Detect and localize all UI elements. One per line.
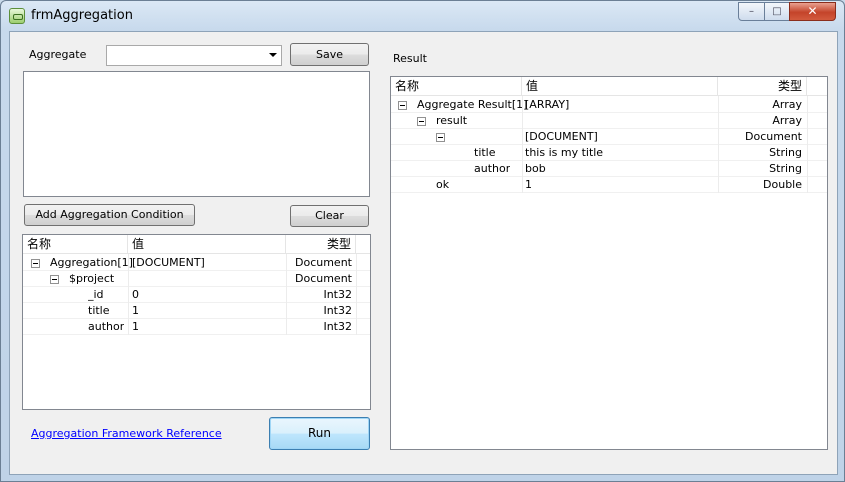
header-type[interactable]: 类型: [718, 77, 807, 96]
tree-cell-value: bob: [525, 162, 546, 175]
aggregation-tree[interactable]: 名称 值 类型 Aggregation[1] [DOCUMENT] Docume…: [22, 234, 371, 410]
collapse-icon[interactable]: [50, 275, 59, 284]
tree-row[interactable]: author 1 Int32: [23, 319, 370, 335]
tree-header: 名称 值 类型: [391, 77, 827, 96]
header-value[interactable]: 值: [128, 235, 286, 254]
result-tree[interactable]: 名称 值 类型 Aggregate Result[1] [ARRAY] Arra…: [390, 76, 828, 450]
tree-cell-name: _id: [88, 288, 104, 301]
collapse-icon[interactable]: [31, 259, 40, 268]
aggregation-framework-reference-link[interactable]: Aggregation Framework Reference: [31, 427, 222, 440]
tree-cell-name: result: [436, 114, 468, 127]
app-icon: [9, 8, 25, 24]
tree-cell-value: [DOCUMENT]: [525, 130, 598, 143]
tree-cell-type: Document: [295, 272, 352, 285]
tree-cell-type: Int32: [323, 320, 352, 333]
main-window: frmAggregation – □ ✕ Aggregate Save Add …: [0, 0, 845, 482]
chevron-down-icon[interactable]: [269, 53, 277, 57]
tree-cell-value: 0: [132, 288, 139, 301]
tree-row[interactable]: title this is my title String: [391, 145, 827, 161]
tree-row[interactable]: ok 1 Double: [391, 177, 827, 193]
tree-cell-name: Aggregation[1]: [50, 256, 133, 269]
tree-cell-type: Document: [295, 256, 352, 269]
tree-cell-type: Array: [772, 114, 802, 127]
tree-cell-name: author: [474, 162, 511, 175]
maximize-button[interactable]: □: [764, 2, 790, 21]
tree-cell-value: 1: [132, 320, 139, 333]
tree-cell-type: String: [769, 146, 802, 159]
tree-cell-name: title: [474, 146, 496, 159]
window-title: frmAggregation: [31, 8, 133, 23]
header-name[interactable]: 名称: [23, 235, 128, 254]
tree-cell-name: title: [88, 304, 110, 317]
tree-cell-value: 1: [132, 304, 139, 317]
tree-row[interactable]: Aggregate Result[1] [ARRAY] Array: [391, 97, 827, 113]
column-divider: [356, 254, 357, 335]
column-divider: [286, 254, 287, 335]
aggregate-combo[interactable]: [106, 45, 282, 66]
tree-cell-type: String: [769, 162, 802, 175]
tree-row[interactable]: result Array: [391, 113, 827, 129]
tree-row[interactable]: $project Document: [23, 271, 370, 287]
tree-row[interactable]: author bob String: [391, 161, 827, 177]
tree-cell-value: [ARRAY]: [525, 98, 570, 111]
add-aggregation-condition-button[interactable]: Add Aggregation Condition: [24, 204, 195, 226]
result-label: Result: [393, 52, 427, 65]
collapse-icon[interactable]: [417, 117, 426, 126]
tree-row[interactable]: Aggregation[1] [DOCUMENT] Document: [23, 255, 370, 271]
run-button[interactable]: Run: [269, 417, 370, 450]
collapse-icon[interactable]: [436, 133, 445, 142]
aggregate-label: Aggregate: [29, 48, 87, 61]
form-client-area: Aggregate Save Add Aggregation Condition…: [9, 31, 838, 475]
column-divider: [128, 254, 129, 335]
tree-cell-value: this is my title: [525, 146, 604, 159]
minimize-button[interactable]: –: [738, 2, 765, 21]
tree-row[interactable]: title 1 Int32: [23, 303, 370, 319]
collapse-icon[interactable]: [398, 101, 407, 110]
tree-header: 名称 值 类型: [23, 235, 370, 254]
tree-cell-name: author: [88, 320, 125, 333]
title-bar[interactable]: frmAggregation – □ ✕: [1, 1, 844, 30]
clear-button[interactable]: Clear: [290, 205, 369, 227]
header-value[interactable]: 值: [522, 77, 718, 96]
tree-cell-type: Double: [763, 178, 802, 191]
close-button[interactable]: ✕: [789, 2, 836, 21]
aggregation-text-area[interactable]: [23, 71, 370, 197]
tree-cell-name: Aggregate Result[1]: [417, 98, 528, 111]
save-button[interactable]: Save: [290, 43, 369, 66]
tree-cell-type: Int32: [323, 304, 352, 317]
tree-cell-value: 1: [525, 178, 532, 191]
tree-cell-value: [DOCUMENT]: [132, 256, 205, 269]
header-name[interactable]: 名称: [391, 77, 522, 96]
column-divider: [807, 96, 808, 193]
tree-row[interactable]: [DOCUMENT] Document: [391, 129, 827, 145]
tree-cell-name: ok: [436, 178, 450, 191]
tree-row[interactable]: _id 0 Int32: [23, 287, 370, 303]
header-type[interactable]: 类型: [286, 235, 356, 254]
tree-cell-type: Document: [745, 130, 802, 143]
tree-cell-type: Int32: [323, 288, 352, 301]
tree-cell-type: Array: [772, 98, 802, 111]
column-divider: [718, 96, 719, 193]
column-divider: [522, 96, 523, 193]
tree-cell-name: $project: [69, 272, 115, 285]
